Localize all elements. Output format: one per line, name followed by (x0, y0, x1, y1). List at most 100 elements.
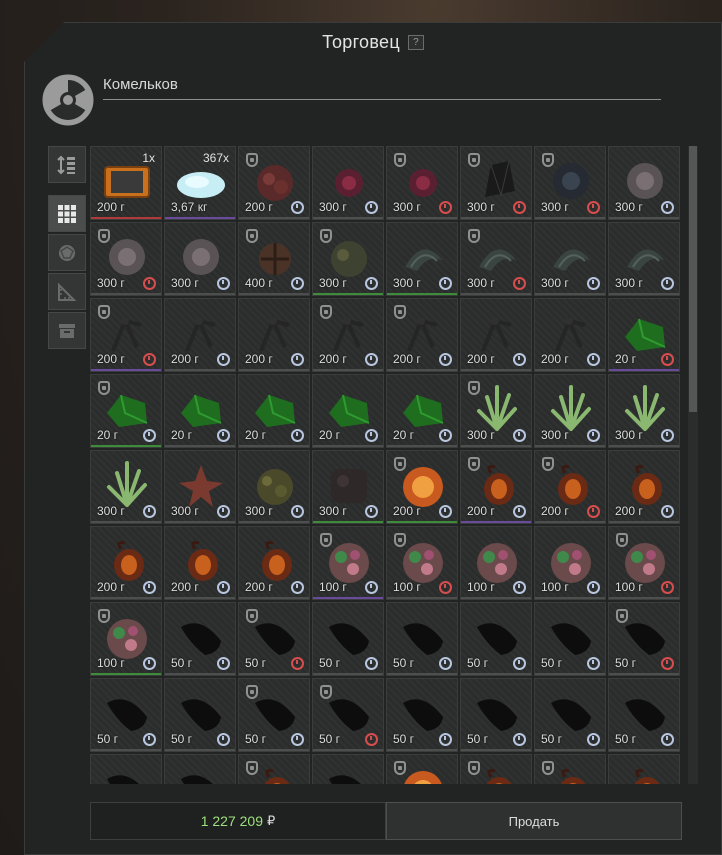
inventory-item[interactable] (460, 754, 532, 784)
inventory-item[interactable]: 200 г (238, 146, 310, 220)
inventory-item[interactable]: 300 г (460, 222, 532, 296)
timer-icon (291, 505, 304, 518)
inventory-item[interactable]: 300 г (608, 146, 680, 220)
inventory-item[interactable]: 200 г (312, 298, 384, 372)
inventory-item[interactable] (608, 754, 680, 784)
inventory-item[interactable]: 200 г (90, 298, 162, 372)
inventory-item[interactable]: 200 г (386, 450, 458, 524)
protected-icon (394, 761, 406, 775)
inventory-item[interactable]: 100 г (386, 526, 458, 600)
shell-item-icon (405, 249, 443, 271)
inventory-item[interactable]: 300 г (534, 374, 606, 448)
inventory-item[interactable]: 50 г (608, 602, 680, 676)
inventory-item[interactable]: 300 г (90, 222, 162, 296)
item-price: 200 г (541, 504, 569, 518)
protected-icon (468, 457, 480, 471)
inventory-item[interactable]: 20 г (608, 298, 680, 372)
inventory-item[interactable]: 50 г (534, 602, 606, 676)
inventory-item[interactable]: 1x 200 г (90, 146, 162, 220)
inventory-item[interactable]: 50 г (386, 602, 458, 676)
sell-button[interactable]: Продать (386, 802, 682, 840)
flower-red-item-icon (335, 169, 363, 197)
inventory-item[interactable]: 50 г (312, 602, 384, 676)
scrollbar-thumb[interactable] (689, 146, 697, 412)
inventory-item[interactable]: 50 г (460, 678, 532, 752)
artifact-filter-button[interactable] (48, 234, 86, 271)
inventory-item[interactable]: 50 г (90, 678, 162, 752)
inventory-item[interactable]: 100 г (608, 526, 680, 600)
ruler-filter-button[interactable] (48, 273, 86, 310)
inventory-item[interactable] (312, 754, 384, 784)
dark-rock-item-icon (331, 469, 367, 503)
grid-scrollbar[interactable] (688, 146, 698, 784)
inventory-item[interactable]: 300 г (312, 222, 384, 296)
inventory-item[interactable]: 300 г (386, 146, 458, 220)
inventory-item[interactable] (386, 754, 458, 784)
sort-button[interactable] (48, 146, 86, 183)
inventory-item[interactable]: 20 г (238, 374, 310, 448)
inventory-item[interactable]: 100 г (460, 526, 532, 600)
inventory-item[interactable]: 50 г (238, 602, 310, 676)
inventory-item[interactable]: 200 г (608, 450, 680, 524)
item-price: 300 г (467, 276, 495, 290)
inventory-item[interactable]: 50 г (534, 678, 606, 752)
item-price: 300 г (171, 276, 199, 290)
inventory-item[interactable] (238, 754, 310, 784)
inventory-item[interactable]: 300 г (460, 146, 532, 220)
inventory-item[interactable]: 50 г (164, 602, 236, 676)
inventory-item[interactable] (164, 754, 236, 784)
help-button[interactable]: ? (407, 34, 424, 50)
timer-icon (217, 581, 230, 594)
inventory-item[interactable]: 50 г (238, 678, 310, 752)
item-price: 300 г (171, 504, 199, 518)
inventory-item[interactable]: 200 г (238, 298, 310, 372)
inventory-item[interactable]: 300 г (460, 374, 532, 448)
inventory-item[interactable]: 100 г (312, 526, 384, 600)
inventory-item[interactable]: 200 г (164, 298, 236, 372)
inventory-item[interactable]: 300 г (312, 450, 384, 524)
inventory-item[interactable]: 200 г (90, 526, 162, 600)
timer-icon (587, 429, 600, 442)
inventory-item[interactable]: 300 г (608, 374, 680, 448)
inventory-item[interactable]: 300 г (164, 450, 236, 524)
inventory-item[interactable]: 300 г (90, 450, 162, 524)
inventory-item[interactable]: 200 г (460, 298, 532, 372)
inventory-item[interactable]: 300 г (312, 146, 384, 220)
inventory-item[interactable]: 300 г (608, 222, 680, 296)
inventory-item[interactable]: 50 г (608, 678, 680, 752)
inventory-item[interactable]: 300 г (238, 450, 310, 524)
inventory-item[interactable]: 20 г (164, 374, 236, 448)
inventory-item[interactable]: 200 г (534, 450, 606, 524)
inventory-item[interactable]: 50 г (460, 602, 532, 676)
inventory-item[interactable]: 200 г (460, 450, 532, 524)
inventory-item[interactable]: 300 г (164, 222, 236, 296)
item-price: 50 г (97, 732, 119, 746)
timer-icon (365, 353, 378, 366)
inventory-item[interactable]: 300 г (534, 222, 606, 296)
protected-icon (468, 761, 480, 775)
container-filter-button[interactable] (48, 312, 86, 349)
inventory-item[interactable]: 200 г (238, 526, 310, 600)
inventory-item[interactable]: 50 г (164, 678, 236, 752)
inventory-item[interactable] (534, 754, 606, 784)
inventory-item[interactable] (90, 754, 162, 784)
inventory-item[interactable]: 367x 3,67 кг (164, 146, 236, 220)
inventory-item[interactable]: 100 г (90, 602, 162, 676)
inventory-item[interactable]: 50 г (312, 678, 384, 752)
inventory-item[interactable]: 20 г (386, 374, 458, 448)
inventory-item[interactable]: 300 г (534, 146, 606, 220)
inventory-item[interactable]: 20 г (312, 374, 384, 448)
item-price: 50 г (467, 656, 489, 670)
inventory-item[interactable]: 200 г (164, 526, 236, 600)
inventory-item[interactable]: 20 г (90, 374, 162, 448)
protected-icon (320, 305, 332, 319)
inventory-item[interactable]: 400 г (238, 222, 310, 296)
inventory-item[interactable]: 300 г (386, 222, 458, 296)
inventory-item[interactable]: 50 г (386, 678, 458, 752)
grid-view-button[interactable] (48, 195, 86, 232)
inventory-item[interactable]: 100 г (534, 526, 606, 600)
inventory-item[interactable]: 200 г (534, 298, 606, 372)
timer-icon (661, 505, 674, 518)
twig-item-icon (555, 315, 586, 352)
inventory-item[interactable]: 200 г (386, 298, 458, 372)
